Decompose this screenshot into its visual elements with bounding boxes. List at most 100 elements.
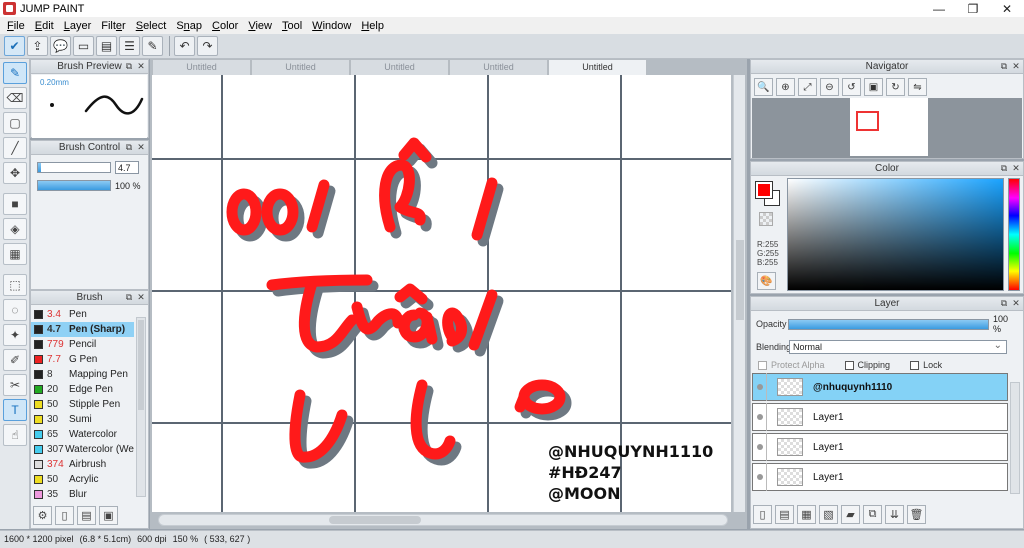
close-icon[interactable]: ✕	[136, 142, 146, 152]
check-icon[interactable]: ✔	[4, 36, 25, 56]
layer-visibility-icon[interactable]	[753, 463, 767, 491]
actual-size-icon[interactable]: ▣	[864, 78, 883, 96]
navigator-view[interactable]	[752, 98, 1022, 158]
clipping-checkbox[interactable]: Clipping	[844, 360, 890, 370]
close-icon[interactable]: ✕	[1011, 61, 1021, 71]
close-icon[interactable]: ✕	[136, 292, 146, 302]
list-icon[interactable]: ☰	[119, 36, 140, 56]
magic-wand-icon[interactable]: ✦	[3, 324, 27, 346]
menu-item[interactable]: Snap	[171, 20, 207, 32]
layer-row[interactable]: @nhuquynh1110	[752, 373, 1008, 401]
menu-item[interactable]: Window	[307, 20, 356, 32]
fit-icon[interactable]: ⤢	[798, 78, 817, 96]
layer-visibility-icon[interactable]	[753, 373, 767, 401]
menu-item[interactable]: Select	[131, 20, 172, 32]
saturation-value-picker[interactable]	[787, 178, 1004, 291]
flip-icon[interactable]: ⇋	[908, 78, 927, 96]
text-tool-icon[interactable]: T	[3, 399, 27, 421]
menu-item[interactable]: Filter	[96, 20, 130, 32]
lasso-select-icon[interactable]: ◌	[3, 299, 27, 321]
document-tab[interactable]: Untitled	[548, 59, 647, 75]
layer-visibility-icon[interactable]	[753, 433, 767, 461]
brush-item[interactable]: 35 Blur	[31, 487, 134, 502]
menu-item[interactable]: Layer	[59, 20, 97, 32]
menu-item[interactable]: View	[243, 20, 277, 32]
new-folder-icon[interactable]: ▰	[841, 505, 860, 524]
zoom-out-icon[interactable]: ⊖	[820, 78, 839, 96]
pen-tool-icon[interactable]: ✎	[3, 62, 27, 84]
brush-item[interactable]: 3.4 Pen	[31, 307, 134, 322]
close-icon[interactable]: ✕	[1011, 163, 1021, 173]
popout-icon[interactable]: ⧉	[124, 142, 134, 152]
line-tool-icon[interactable]: ╱	[3, 137, 27, 159]
lock-checkbox[interactable]: Lock	[910, 360, 942, 370]
transparent-color-swatch[interactable]	[759, 212, 773, 226]
gradient-tool-icon[interactable]: ▦	[3, 243, 27, 265]
new-brush-icon[interactable]: ▯	[55, 506, 74, 525]
brush-item[interactable]: 65 Watercolor	[31, 427, 134, 442]
menu-item[interactable]: Help	[356, 20, 389, 32]
document-tab[interactable]: Untitled	[350, 59, 449, 75]
hue-slider[interactable]	[1008, 178, 1020, 291]
brush-list-scrollbar[interactable]	[136, 317, 146, 497]
new-layer-icon[interactable]: ▯	[753, 505, 772, 524]
popout-icon[interactable]: ⧉	[999, 163, 1009, 173]
brush-item[interactable]: 50 Acrylic	[31, 472, 134, 487]
fill-rect-tool-icon[interactable]: ■	[3, 193, 27, 215]
new-8bit-layer-icon[interactable]: ▦	[797, 505, 816, 524]
canvas-horizontal-scrollbar[interactable]	[158, 514, 728, 526]
layer-row[interactable]: Layer1	[752, 463, 1008, 491]
minimize-button[interactable]: —	[922, 0, 956, 17]
rectangle-tool-icon[interactable]: ▢	[3, 112, 27, 134]
menu-item[interactable]: Edit	[30, 20, 59, 32]
new-1bit-layer-icon[interactable]: ▧	[819, 505, 838, 524]
eraser-tool-icon[interactable]: ⌫	[3, 87, 27, 109]
canvas-vertical-scrollbar[interactable]	[733, 75, 745, 512]
move-tool-icon[interactable]: ✥	[3, 162, 27, 184]
drawing-canvas[interactable]: @NHUQUYNH1110 #HĐ247 @MOON	[152, 75, 731, 512]
brush-item[interactable]: 779 Pencil	[31, 337, 134, 352]
popout-icon[interactable]: ⧉	[999, 61, 1009, 71]
rotate-right-icon[interactable]: ↻	[886, 78, 905, 96]
maximize-button[interactable]: ❐	[956, 0, 990, 17]
layer-row[interactable]: Layer1	[752, 433, 1008, 461]
undo-icon[interactable]: ↶	[174, 36, 195, 56]
zoom-icon[interactable]: 🔍	[754, 78, 773, 96]
rect-select-icon[interactable]: ⬚	[3, 274, 27, 296]
brush-size-slider[interactable]	[37, 162, 111, 173]
popout-icon[interactable]: ⧉	[124, 61, 134, 71]
share-icon[interactable]: ⇪	[27, 36, 48, 56]
menu-item[interactable]: Tool	[277, 20, 307, 32]
hand-tool-icon[interactable]: ☝	[3, 424, 27, 446]
brush-opacity-slider[interactable]	[37, 180, 111, 191]
popout-icon[interactable]: ⧉	[999, 298, 1009, 308]
brush-item[interactable]: 4.7 Pen (Sharp)	[31, 322, 134, 337]
brush-item[interactable]: 20 Edge Pen	[31, 382, 134, 397]
rotate-left-icon[interactable]: ↺	[842, 78, 861, 96]
new-halftone-layer-icon[interactable]: ▤	[775, 505, 794, 524]
blending-select[interactable]: Normal	[789, 339, 1007, 354]
select-eraser-icon[interactable]: ✂	[3, 374, 27, 396]
document-icon[interactable]: ▤	[96, 36, 117, 56]
popout-icon[interactable]: ⧉	[124, 292, 134, 302]
brush-item[interactable]: 50 Stipple Pen	[31, 397, 134, 412]
brush-menu-icon[interactable]: ▤	[77, 506, 96, 525]
brush-item[interactable]: 8 Mapping Pen	[31, 367, 134, 382]
layer-row[interactable]: Layer1	[752, 403, 1008, 431]
close-icon[interactable]: ✕	[136, 61, 146, 71]
chat-icon[interactable]: ▭	[73, 36, 94, 56]
close-button[interactable]: ✕	[990, 0, 1024, 17]
close-icon[interactable]: ✕	[1011, 298, 1021, 308]
delete-layer-icon[interactable]: 🗑	[907, 505, 926, 524]
brush-item[interactable]: 374 Airbrush	[31, 457, 134, 472]
document-tab[interactable]: Untitled	[449, 59, 548, 75]
protect-alpha-checkbox[interactable]: Protect Alpha	[758, 360, 825, 370]
layer-opacity-slider[interactable]	[788, 318, 989, 330]
zoom-in-icon[interactable]: ⊕	[776, 78, 795, 96]
navigator-viewport-box[interactable]	[856, 111, 879, 131]
bucket-tool-icon[interactable]: ◈	[3, 218, 27, 240]
merge-layer-icon[interactable]: ⇊	[885, 505, 904, 524]
menu-item[interactable]: File	[2, 20, 30, 32]
brush-size-input[interactable]: 4.7	[115, 161, 139, 174]
document-tab[interactable]: Untitled	[251, 59, 350, 75]
